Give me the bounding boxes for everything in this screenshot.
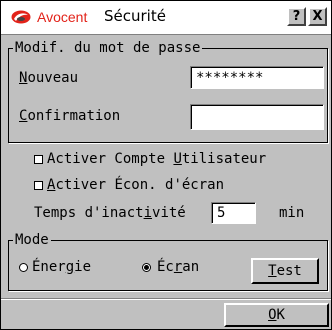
enable-screensaver-label[interactable]: Activer Écon. d'écran — [47, 177, 224, 193]
energy-radio[interactable] — [19, 263, 28, 272]
title-bar: Avocent Sécurité ? X — [1, 1, 331, 35]
window-title: Sécurité — [104, 7, 166, 25]
enable-screensaver-checkbox[interactable] — [34, 181, 43, 190]
confirm-password-label: Confirmation — [19, 108, 121, 124]
test-button[interactable]: Test — [251, 258, 319, 284]
avocent-logo-icon — [11, 10, 31, 24]
new-password-label: Nouveau — [19, 70, 79, 86]
help-button[interactable]: ? — [287, 7, 306, 26]
footer-divider — [1, 298, 331, 300]
mode-group-legend: Mode — [15, 232, 49, 248]
screen-radio-dot — [144, 265, 149, 270]
confirm-password-field[interactable] — [190, 104, 324, 130]
inactivity-field[interactable]: 5 — [211, 202, 256, 224]
inactivity-unit: min — [279, 205, 305, 221]
screen-radio[interactable] — [142, 263, 151, 272]
new-password-field[interactable]: ******** — [190, 66, 324, 89]
security-dialog: Avocent Sécurité ? X Modif. du mot de pa… — [0, 0, 332, 330]
brand-name: Avocent — [37, 9, 88, 25]
enable-user-account-label[interactable]: Activer Compte Utilisateur — [47, 151, 266, 167]
new-password-value: ******** — [191, 67, 323, 88]
enable-user-account-checkbox[interactable] — [34, 155, 43, 164]
inactivity-value: 5 — [212, 203, 255, 223]
close-button[interactable]: X — [308, 7, 327, 26]
inactivity-label: Temps d'inactivité — [34, 205, 186, 221]
ok-button[interactable]: OK — [224, 303, 329, 327]
confirm-password-value — [191, 105, 323, 129]
energy-label[interactable]: Énergie — [32, 259, 91, 275]
screen-label[interactable]: Écran — [157, 259, 199, 275]
password-group-legend: Modif. du mot de passe — [15, 40, 201, 56]
